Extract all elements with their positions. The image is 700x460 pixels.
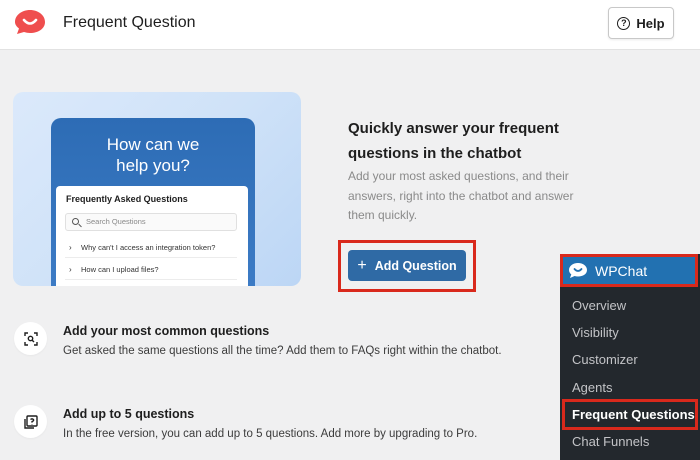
menu-item-overview[interactable]: Overview <box>572 298 626 313</box>
faq-panel: Frequently Asked Questions Search Questi… <box>56 186 248 286</box>
question-circle-icon: ? <box>617 16 631 30</box>
chat-logo-icon <box>15 10 45 34</box>
faq-item-text: Why can't I access an integration token? <box>81 243 216 252</box>
search-icon <box>72 218 79 225</box>
faq-search-input: Search Questions <box>65 213 237 231</box>
chatbot-preview: How can we help you? Frequently Asked Qu… <box>51 118 255 286</box>
top-header: Frequent Question ? Help <box>0 0 700 50</box>
help-button-label: Help <box>636 15 665 31</box>
feature-description: Get asked the same questions all the tim… <box>63 345 502 357</box>
menu-item-chat-funnels[interactable]: Chat Funnels <box>572 434 649 449</box>
feature-description: In the free version, you can add up to 5… <box>63 428 478 440</box>
faq-illustration: How can we help you? Frequently Asked Qu… <box>13 92 301 286</box>
frequent-questions-highlight <box>562 399 698 430</box>
help-button[interactable]: ? Help <box>608 7 674 39</box>
menu-item-visibility[interactable]: Visibility <box>572 325 619 340</box>
faq-list-item: › How can I upload files? <box>65 260 237 280</box>
faq-item-text: How can I upload files? <box>81 265 159 274</box>
intro-description: Add your most asked questions, and their… <box>348 169 574 222</box>
faq-search-placeholder: Search Questions <box>86 217 146 226</box>
page-title: Frequent Question <box>63 14 196 31</box>
scan-focus-icon <box>14 322 47 355</box>
menu-item-agents[interactable]: Agents <box>572 380 612 395</box>
add-question-label: Add Question <box>374 258 457 273</box>
faq-list-item: › Why can't I access an integration toke… <box>65 238 237 258</box>
chevron-right-icon: › <box>69 243 72 252</box>
menu-item-customizer[interactable]: Customizer <box>572 352 638 367</box>
faq-panel-title: Frequently Asked Questions <box>66 194 188 204</box>
feature-title: Add up to 5 questions <box>63 407 195 421</box>
chatbot-headline: How can we help you? <box>106 135 200 175</box>
intro-title: Quickly answer your frequent questions i… <box>348 120 559 162</box>
plus-icon: + <box>357 256 367 274</box>
add-question-button[interactable]: + Add Question <box>348 250 466 281</box>
chevron-right-icon: › <box>69 265 72 274</box>
wpchat-highlight <box>560 254 698 287</box>
feature-title: Add your most common questions <box>63 324 270 338</box>
question-square-icon <box>14 405 47 438</box>
